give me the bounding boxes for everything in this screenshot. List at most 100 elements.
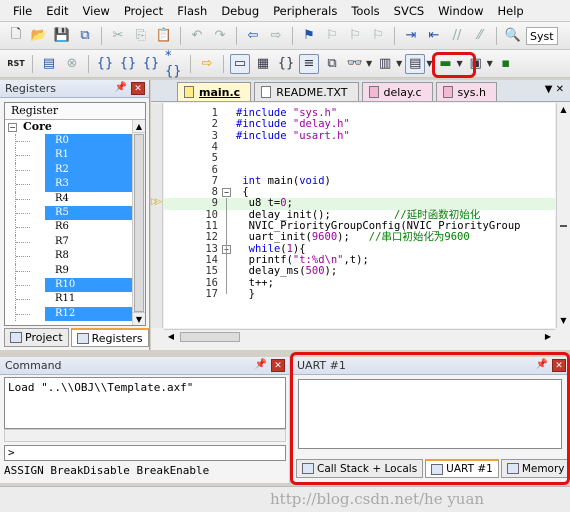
comment-icon[interactable]: // <box>447 26 467 46</box>
next-bookmark-icon[interactable]: ⚐ <box>345 26 365 46</box>
new-file-icon[interactable]: 🗋 <box>6 26 26 46</box>
watch-window-icon[interactable]: 👓 <box>345 54 365 74</box>
code-line[interactable]: 17 } <box>164 288 555 300</box>
scroll-thumb[interactable] <box>134 134 144 312</box>
code-line[interactable]: 14 printf("t:%d\n",t); <box>164 254 555 266</box>
command-input[interactable]: > <box>4 445 286 461</box>
register-column-header[interactable]: Register <box>5 103 145 120</box>
step-over-icon[interactable]: {} <box>118 54 138 74</box>
toolbox-icon[interactable]: ▪ <box>496 54 516 74</box>
uncomment-icon[interactable]: ⁄⁄ <box>470 26 490 46</box>
redo-icon[interactable]: ↷ <box>210 26 230 46</box>
register-row[interactable]: R0 <box>5 134 145 149</box>
code-line[interactable]: 16 t++; <box>164 277 555 289</box>
run-to-cursor-icon[interactable]: *{} <box>164 49 184 79</box>
fold-icon[interactable]: − <box>222 188 231 198</box>
code-line[interactable]: 9 u8 t=0;▷▷ <box>164 198 555 210</box>
command-window-icon[interactable]: ▭ <box>230 53 250 74</box>
step-out-icon[interactable]: {} <box>141 54 161 74</box>
clear-bookmarks-icon[interactable]: ⚐ <box>368 26 388 46</box>
tab-registers[interactable]: Registers <box>70 328 149 347</box>
scroll-left-icon[interactable]: ◀ <box>164 330 178 344</box>
register-row[interactable]: R4 <box>5 191 145 206</box>
tab-delay-c[interactable]: delay.c <box>361 82 433 101</box>
editor-vertical-scrollbar[interactable]: ▲ ▼ <box>556 103 570 328</box>
pin-icon[interactable]: 📌 <box>255 359 267 370</box>
tab-project[interactable]: Project <box>4 328 69 347</box>
menu-help[interactable]: Help <box>491 0 531 22</box>
registers-tree[interactable]: Register − Core R0 R1 R2 R3 R4 R5 R6 R7 R8 R9 R10 R… <box>4 102 146 326</box>
code-area[interactable]: 1 #include "sys.h" 2 #include "delay.h" 3 #in… <box>164 103 555 328</box>
find-in-files-icon[interactable]: 🔍 <box>503 26 523 46</box>
memory-window-icon[interactable]: ▥ <box>375 54 395 74</box>
menu-debug[interactable]: Debug <box>214 0 266 22</box>
scroll-up-icon[interactable]: ▲ <box>557 103 570 117</box>
forward-icon[interactable]: ⇨ <box>266 26 286 46</box>
register-row[interactable]: R12 <box>5 306 145 322</box>
close-icon[interactable]: ✕ <box>271 359 285 372</box>
register-row[interactable]: R9 <box>5 263 145 278</box>
menu-tools[interactable]: Tools <box>344 0 386 22</box>
code-line[interactable]: 3 #include "usart.h" <box>164 130 555 142</box>
register-row[interactable]: R10 <box>5 277 145 293</box>
code-line[interactable]: 1 #include "sys.h" <box>164 107 555 119</box>
register-row[interactable]: R3 <box>5 177 145 192</box>
registers-scrollbar[interactable]: ▲ ▼ <box>132 120 145 325</box>
pin-icon[interactable]: 📌 <box>115 82 127 93</box>
register-row[interactable]: R7 <box>5 234 145 250</box>
code-line[interactable]: 7 int main(void) <box>164 175 555 187</box>
undo-icon[interactable]: ↶ <box>187 26 207 46</box>
register-row[interactable]: R11 <box>5 292 145 307</box>
scroll-down-icon[interactable]: ▼ <box>133 312 145 325</box>
run-icon[interactable]: ▤ <box>39 54 59 74</box>
chevron-down-icon[interactable]: ▼ <box>487 59 493 68</box>
breakpoint-gutter[interactable] <box>151 103 163 328</box>
registers-window-icon[interactable]: ≡ <box>299 53 319 74</box>
menu-file[interactable]: File <box>6 0 39 22</box>
register-row[interactable]: R1 <box>5 148 145 163</box>
scroll-thumb[interactable] <box>180 332 240 342</box>
code-line[interactable]: 2 #include "delay.h" <box>164 118 555 130</box>
register-row[interactable]: R2 <box>5 162 145 178</box>
menu-svcs[interactable]: SVCS <box>387 0 432 22</box>
collapse-icon[interactable]: − <box>8 122 17 132</box>
chevron-down-icon[interactable]: ▼ <box>396 59 402 68</box>
back-icon[interactable]: ⇦ <box>243 26 263 46</box>
close-icon[interactable]: ✕ <box>131 82 145 95</box>
call-stack-icon[interactable]: ⧉ <box>322 54 342 74</box>
find-combo[interactable]: Syst <box>526 26 558 45</box>
reset-icon[interactable]: RST <box>6 54 26 74</box>
scroll-up-icon[interactable]: ▲ <box>133 120 145 133</box>
step-icon[interactable]: {} <box>95 54 115 74</box>
save-all-icon[interactable]: ⧉ <box>75 26 95 46</box>
register-group-core[interactable]: − Core <box>5 120 145 134</box>
save-icon[interactable]: 💾 <box>52 26 72 46</box>
command-scrollbar[interactable] <box>4 429 286 442</box>
bookmark-icon[interactable]: ⚑ <box>299 26 319 46</box>
code-line[interactable]: 8− { <box>164 186 555 198</box>
scroll-right-icon[interactable]: ▶ <box>541 330 555 344</box>
code-line[interactable]: 5 <box>164 152 555 164</box>
indent-icon[interactable]: ⇥ <box>401 26 421 46</box>
scroll-down-icon[interactable]: ▼ <box>557 314 570 328</box>
disassembly-icon[interactable]: ▦ <box>253 54 273 74</box>
tab-list-icon[interactable]: ▼ ✕ <box>545 84 564 95</box>
menu-edit[interactable]: Edit <box>39 0 75 22</box>
register-row[interactable]: R8 <box>5 249 145 264</box>
copy-icon[interactable]: ⎘ <box>131 26 151 46</box>
menu-flash[interactable]: Flash <box>170 0 214 22</box>
menu-project[interactable]: Project <box>117 0 170 22</box>
unindent-icon[interactable]: ⇤ <box>424 26 444 46</box>
open-folder-icon[interactable]: 📂 <box>29 26 49 46</box>
serial-window-icon[interactable]: ▤ <box>405 53 426 74</box>
chevron-down-icon[interactable]: ▼ <box>366 59 372 68</box>
code-line[interactable]: 12 uart_init(9600); //串口初始化为9600 <box>164 231 555 243</box>
tab-sys-h[interactable]: sys.h <box>435 82 497 101</box>
code-line[interactable]: 15 delay_ms(500); <box>164 265 555 277</box>
register-row[interactable]: R6 <box>5 220 145 235</box>
tab-readme[interactable]: README.TXT <box>254 82 359 101</box>
symbols-icon[interactable]: {} <box>276 54 296 74</box>
menu-peripherals[interactable]: Peripherals <box>266 0 344 22</box>
cut-icon[interactable]: ✂ <box>108 26 128 46</box>
code-line[interactable]: 4 <box>164 141 555 153</box>
